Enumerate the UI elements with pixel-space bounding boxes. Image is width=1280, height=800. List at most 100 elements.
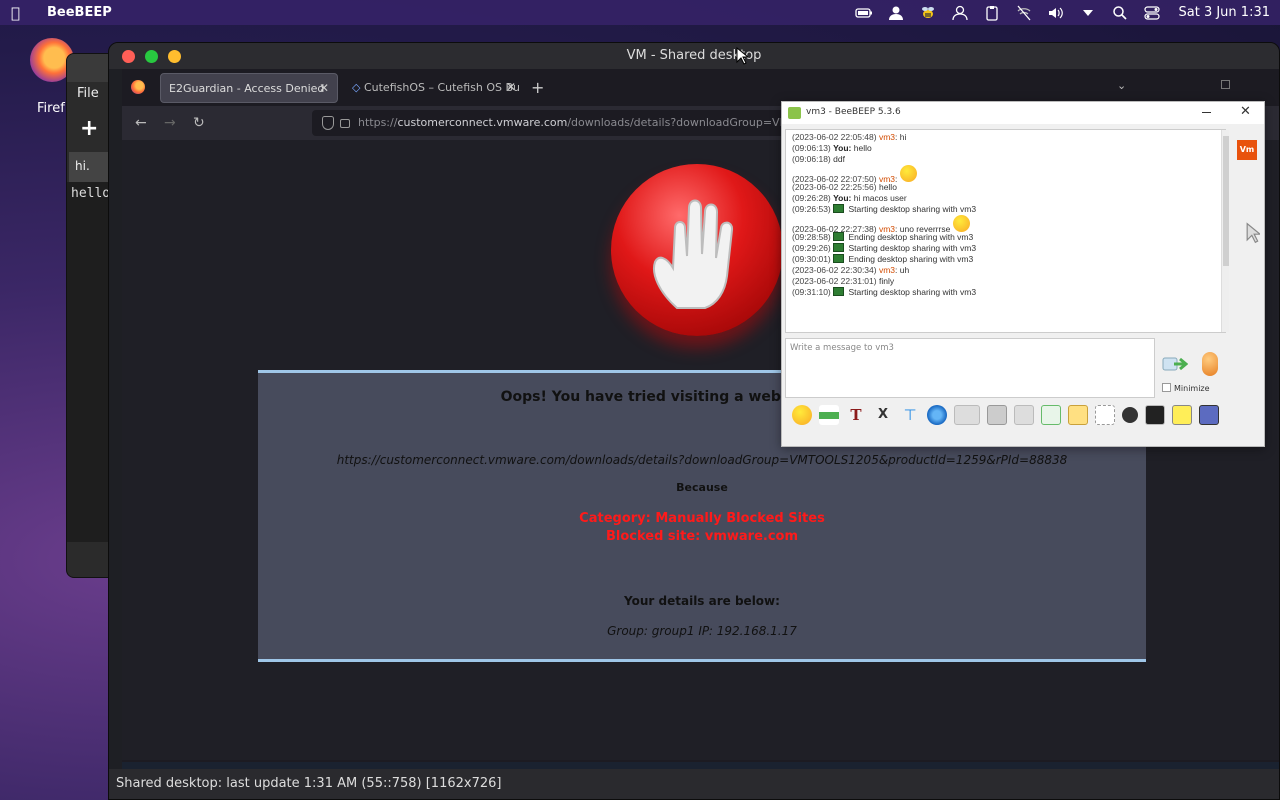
settings-icon[interactable] <box>927 405 947 425</box>
tab-list-chevron-icon[interactable]: ⌄ <box>1117 79 1126 92</box>
user-icon[interactable] <box>887 5 905 21</box>
microphone-icon[interactable] <box>1202 352 1218 376</box>
message-input[interactable]: Write a message to vm3 <box>785 338 1155 398</box>
control-center-icon[interactable] <box>1143 5 1161 21</box>
new-tab-plus-icon[interactable]: + <box>80 116 98 141</box>
tab-label: CutefishOS – Cutefish OS Bu ll <box>363 81 524 94</box>
chat-close-button[interactable]: ✕ <box>1240 104 1251 119</box>
shield-icon[interactable] <box>322 116 334 130</box>
font-icon[interactable]: T <box>846 405 866 425</box>
message-sender[interactable]: vm3 <box>879 265 895 275</box>
screenshot-icon[interactable] <box>1122 407 1138 423</box>
forward-button[interactable]: → <box>164 115 176 131</box>
chat-scrollbar-track[interactable] <box>1221 130 1229 332</box>
user-vm3-avatar[interactable]: Vm <box>1237 140 1257 160</box>
message-text: ddf <box>833 154 845 164</box>
message-text: finly <box>878 276 895 286</box>
minimize-checkbox[interactable]: Minimize <box>1162 383 1210 393</box>
apple-icon[interactable]:  <box>11 4 29 22</box>
close-tab-icon[interactable]: ✕ <box>319 81 329 95</box>
vm-window-title: VM - Shared desktop <box>626 48 762 63</box>
details-heading: Your details are below: <box>624 594 780 608</box>
send-file-icon[interactable] <box>1068 405 1088 425</box>
lock-icon[interactable] <box>340 119 350 128</box>
editor-menu-file[interactable]: File <box>77 86 99 101</box>
chat-message: (09:29:26) Starting desktop sharing with… <box>792 243 1219 254</box>
message-text: hello <box>878 182 897 192</box>
beebeep-chat-window: vm3 - BeeBEEP 5.3.6 ✕ (2023-06-02 22:05:… <box>781 101 1265 447</box>
tab-cutefish[interactable]: ◇ CutefishOS – Cutefish OS Bu ll ✕ <box>344 73 524 103</box>
message-text: : hi <box>895 132 907 142</box>
chat-log[interactable]: (2023-06-02 22:05:48) vm3: hi (09:06:13) … <box>785 129 1226 333</box>
chat-titlebar[interactable]: vm3 - BeeBEEP 5.3.6 ✕ <box>782 102 1264 124</box>
group-ip-info: Group: group1 IP: 192.168.1.17 <box>607 624 797 638</box>
vm-taskbar <box>122 762 1279 769</box>
mouse-cursor-icon <box>736 47 748 65</box>
message-text: Starting desktop sharing with vm3 <box>846 243 977 253</box>
url-domain: customerconnect.vmware.com <box>397 116 568 129</box>
browser-tabstrip: E2Guardian - Access Denied ✕ ◇ CutefishO… <box>122 69 1279 105</box>
menu-bar:  BeeBEEP Sat 3 Jun 1:31 <box>0 0 1280 25</box>
message-timestamp: (09:26:53) <box>792 204 831 214</box>
menu-app-name[interactable]: BeeBEEP <box>47 5 112 20</box>
desktop-share-icon <box>833 204 845 213</box>
share-desktop-icon[interactable] <box>1145 405 1165 425</box>
filter-icon[interactable]: ⊤ <box>900 405 920 425</box>
message-text: : uh <box>895 265 910 275</box>
keyboard-icon[interactable] <box>987 405 1007 425</box>
chat-message: (09:30:01) Ending desktop sharing with v… <box>792 254 1219 265</box>
emoticon-icon[interactable] <box>792 405 812 425</box>
cutefish-icon: ◇ <box>352 81 364 94</box>
chat-toolbar: T X ⊤ <box>792 404 1219 426</box>
chat-message: (2023-06-02 22:05:48) vm3: hi <box>792 132 1219 143</box>
network-off-icon[interactable] <box>1015 5 1033 21</box>
editor-tab-label: hi. <box>75 159 90 173</box>
close-tab-icon[interactable]: ✕ <box>506 80 516 94</box>
save-icon[interactable] <box>1199 405 1219 425</box>
volume-icon[interactable] <box>1047 5 1065 21</box>
menu-clock[interactable]: Sat 3 Jun 1:31 <box>1179 5 1271 20</box>
beebeep-logo-icon <box>788 107 801 119</box>
message-text: Ending desktop sharing with vm3 <box>846 232 974 242</box>
vm-titlebar[interactable]: VM - Shared desktop <box>109 43 1279 69</box>
chat-window-title: vm3 - BeeBEEP 5.3.6 <box>806 107 901 117</box>
message-text: hello <box>851 143 872 153</box>
checkbox-box[interactable] <box>1162 383 1171 392</box>
clipboard-icon[interactable] <box>983 5 1001 21</box>
account-icon[interactable] <box>951 5 969 21</box>
firefox-logo-icon[interactable] <box>131 80 145 94</box>
search-icon[interactable] <box>1111 5 1129 21</box>
send-message-icon[interactable] <box>1162 354 1189 374</box>
reload-button[interactable]: ↻ <box>193 115 205 131</box>
because-label: Because <box>676 481 728 494</box>
smiley-emoticon-icon <box>953 215 971 232</box>
chat-scrollbar-thumb[interactable] <box>1223 136 1229 266</box>
new-tab-button[interactable]: + <box>531 78 544 97</box>
message-sender[interactable]: vm3 <box>879 132 895 142</box>
battery-icon[interactable] <box>854 5 873 21</box>
remote-cursor-icon <box>1246 222 1260 244</box>
chat-minimize-button[interactable] <box>1202 112 1211 113</box>
chat-message: (09:28:58) Ending desktop sharing with v… <box>792 232 1219 243</box>
message-timestamp: (2023-06-02 22:30:34) <box>792 265 877 275</box>
tab-access-denied[interactable]: E2Guardian - Access Denied ✕ <box>160 73 338 103</box>
color-icon[interactable] <box>819 405 839 425</box>
chat-message: (09:26:28) You: hi macos user <box>792 193 1219 204</box>
dropdown-arrow-icon[interactable] <box>1079 5 1097 21</box>
save-chat-icon[interactable] <box>1041 405 1061 425</box>
chat-bubble-icon[interactable] <box>1095 405 1115 425</box>
tab-label: E2Guardian - Access Denied <box>169 82 325 95</box>
clear-format-icon[interactable]: X <box>873 405 893 425</box>
back-button[interactable]: ← <box>135 115 147 131</box>
chat-message: (09:31:10) Starting desktop sharing with… <box>792 287 1219 298</box>
chat-message: (09:06:18) ddf <box>792 154 1219 165</box>
restore-window-icon[interactable] <box>1221 80 1230 89</box>
chat-message: (2023-06-02 22:31:01) finly <box>792 276 1219 287</box>
chat-message: (2023-06-02 22:25:56) hello <box>792 182 1219 193</box>
notes-icon[interactable] <box>1172 405 1192 425</box>
sound-icon[interactable] <box>1014 405 1034 425</box>
message-timestamp: (2023-06-02 22:25:56) <box>792 182 877 192</box>
message-timestamp: (09:28:58) <box>792 232 831 242</box>
spellcheck-icon[interactable] <box>954 405 980 425</box>
bee-icon[interactable] <box>919 5 937 21</box>
